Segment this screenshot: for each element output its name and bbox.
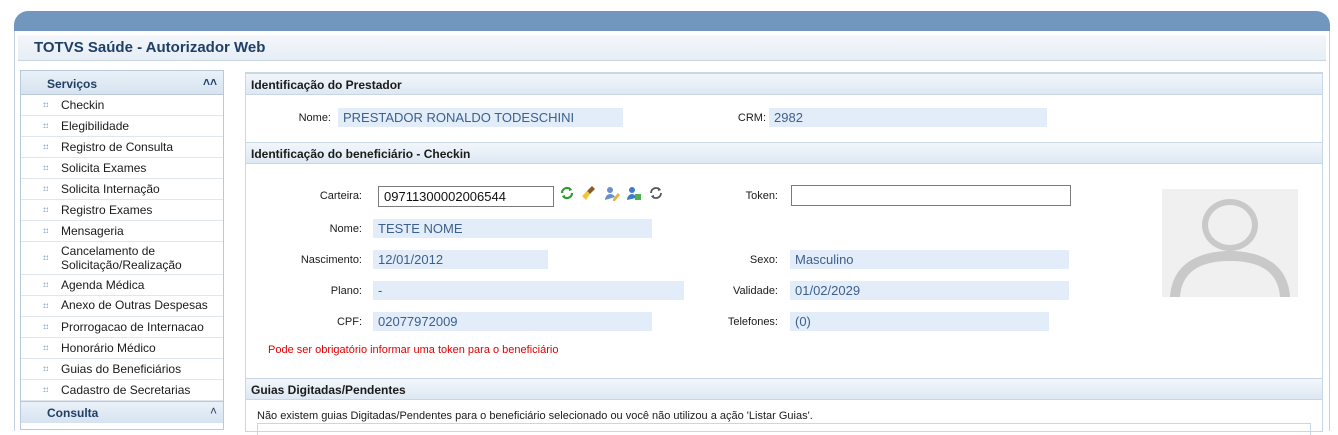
cpf-value: 02077972009 — [373, 312, 652, 331]
sidebar-item-checkin[interactable]: Checkin — [21, 95, 223, 116]
carteira-label: Carteira: — [319, 190, 362, 202]
cpf-label: CPF: — [336, 316, 362, 328]
edit-user-icon[interactable] — [604, 185, 620, 201]
bullet-icon — [43, 144, 48, 149]
collapse-up-icon[interactable]: ˄ — [210, 404, 217, 418]
bullet-icon — [43, 102, 48, 107]
bullet-icon — [43, 366, 48, 371]
sidebar-section-consulta[interactable]: Consulta ˄ — [21, 401, 223, 423]
user-placeholder-icon — [1162, 189, 1298, 297]
sidebar-item-label: Honorário Médico — [61, 341, 156, 355]
sidebar-item-honorario[interactable]: Honorário Médico — [21, 338, 223, 359]
guias-empty-message: Não existem guias Digitadas/Pendentes pa… — [257, 410, 813, 422]
beneficiario-nome-value: TESTE NOME — [373, 219, 652, 238]
sidebar-item-registro-consulta[interactable]: Registro de Consulta — [21, 137, 223, 158]
app-titlebar: TOTVS Saúde - Autorizador Web — [18, 35, 1326, 61]
prestador-nome-label: Nome: — [298, 112, 331, 124]
sidebar-item-label: Prorrogacao de Internacao — [61, 320, 204, 334]
sidebar-section2-title: Consulta — [47, 406, 99, 420]
sidebar-item-solicita-exames[interactable]: Solicita Exames — [21, 158, 223, 179]
prestador-crm-value: 2982 — [769, 108, 1047, 127]
sidebar-item-prorrogacao[interactable]: Prorrogacao de Internacao — [21, 317, 223, 338]
sidebar-item-label: Solicita Internação — [61, 182, 160, 196]
beneficiario-nome-label: Nome: — [329, 223, 362, 235]
sexo-value: Masculino — [790, 250, 1069, 269]
sidebar-item-agenda-medica[interactable]: Agenda Médica — [21, 275, 223, 296]
sidebar-item-label: Guias do Beneficiários — [61, 362, 182, 376]
beneficiary-photo — [1162, 189, 1298, 297]
guias-list — [257, 423, 1311, 435]
sexo-label: Sexo: — [749, 254, 778, 266]
sidebar-item-label: Mensageria — [61, 224, 124, 238]
token-input[interactable] — [791, 185, 1071, 206]
bullet-icon — [43, 123, 48, 128]
sidebar-item-cadastro-secretarias[interactable]: Cadastro de Secretarias — [21, 380, 223, 401]
nascimento-value: 12/01/2012 — [373, 250, 548, 269]
user-search-icon[interactable] — [626, 185, 642, 201]
bullet-icon — [43, 165, 48, 170]
section-guias-header: Guias Digitadas/Pendentes — [246, 378, 1322, 400]
prestador-nome-value: PRESTADOR RONALDO TODESCHINI — [338, 108, 623, 127]
token-label: Token: — [745, 190, 778, 202]
carteira-input[interactable]: 09711300002006544 — [378, 186, 554, 207]
plano-value: - — [373, 281, 684, 300]
telefones-value: (0) — [790, 312, 1049, 331]
sidebar-item-label: Cancelamento de Solicitação/Realização — [61, 244, 182, 272]
sidebar-section-title: Serviços — [47, 77, 98, 91]
section-title: Identificação do beneficiário - Checkin — [251, 147, 471, 161]
sidebar-item-label: Registro de Consulta — [61, 140, 174, 154]
section-title: Identificação do Prestador — [251, 78, 402, 92]
sidebar-item-solicita-internacao[interactable]: Solicita Internação — [21, 179, 223, 200]
sidebar-section-servicos[interactable]: Serviços ˄˄ — [21, 71, 223, 95]
sidebar-item-label: Solicita Exames — [61, 161, 147, 175]
clear-broom-icon[interactable] — [581, 185, 597, 201]
bullet-icon — [43, 387, 48, 392]
bullet-icon — [43, 282, 48, 287]
sidebar-item-label: Elegibilidade — [61, 119, 130, 133]
nascimento-label: Nascimento: — [300, 254, 362, 266]
bullet-icon — [43, 207, 48, 212]
bullet-icon — [43, 228, 48, 233]
section-title: Guias Digitadas/Pendentes — [251, 383, 406, 397]
validade-label: Validade: — [732, 285, 778, 297]
sidebar-item-anexo-despesas[interactable]: Anexo de Outras Despesas — [21, 296, 223, 317]
sidebar-item-elegibilidade[interactable]: Elegibilidade — [21, 116, 223, 137]
sidebar-item-registro-exames[interactable]: Registro Exames — [21, 200, 223, 221]
token-warning: Pode ser obrigatório informar uma token … — [268, 344, 559, 356]
section-prestador-header: Identificação do Prestador — [246, 73, 1322, 95]
telefones-label: Telefones: — [727, 316, 778, 328]
prestador-crm-label: CRM: — [737, 112, 766, 124]
bullet-icon — [43, 303, 48, 308]
sidebar-item-label: Checkin — [61, 98, 105, 112]
sidebar: Serviços ˄˄ Checkin Elegibilidade Regist… — [20, 70, 224, 430]
bullet-icon — [43, 345, 48, 350]
bullet-icon — [43, 255, 48, 260]
app-title: TOTVS Saúde - Autorizador Web — [34, 39, 266, 56]
bullet-icon — [43, 186, 48, 191]
refresh-green-icon[interactable] — [559, 185, 575, 201]
main-panel: Identificação do Prestador Nome: PRESTAD… — [245, 72, 1323, 435]
sidebar-item-label: Anexo de Outras Despesas — [61, 298, 208, 312]
collapse-up-icon[interactable]: ˄˄ — [203, 75, 217, 89]
section-beneficiario-header: Identificação do beneficiário - Checkin — [246, 142, 1322, 164]
sidebar-item-label: Registro Exames — [61, 203, 153, 217]
carteira-actions — [559, 185, 667, 203]
sidebar-item-cancelamento[interactable]: Cancelamento de Solicitação/Realização — [21, 242, 223, 275]
reload-icon[interactable] — [648, 185, 664, 201]
sidebar-item-label: Cadastro de Secretarias — [61, 383, 191, 397]
validade-value: 01/02/2029 — [790, 281, 1069, 300]
sidebar-item-guias-beneficiarios[interactable]: Guias do Beneficiários — [21, 359, 223, 380]
sidebar-item-mensageria[interactable]: Mensageria — [21, 221, 223, 242]
bullet-icon — [43, 324, 48, 329]
sidebar-item-label: Agenda Médica — [61, 278, 145, 292]
plano-label: Plano: — [330, 285, 362, 297]
